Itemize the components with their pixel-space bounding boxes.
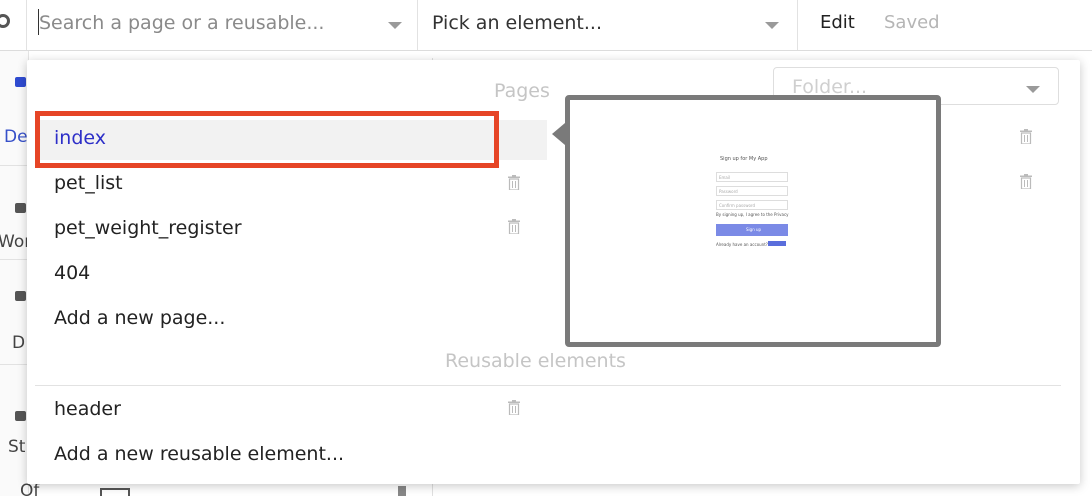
element-picker-dropdown[interactable]: Pick an element... [418,0,798,50]
scrollbar-thumb[interactable] [398,486,406,496]
top-toolbar: Search a page or a reusable... Pick an e… [0,0,1092,51]
chevron-down-icon[interactable] [1026,86,1040,93]
data-icon [15,291,26,301]
preview-title: Sign up for My App [720,156,768,162]
trash-icon[interactable] [508,219,520,234]
sidebar-divider [0,165,28,166]
trash-icon[interactable] [508,400,520,415]
page-preview: Sign up for My App Email Password Confir… [565,95,941,347]
sidebar-item-styles[interactable]: St [8,437,25,457]
page-search-dropdown[interactable]: Search a page or a reusable... [26,0,418,50]
add-reusable-link[interactable]: Add a new reusable element... [54,443,344,465]
sidebar-item-other[interactable]: Of [20,481,39,501]
saved-status: Saved [884,12,940,33]
sidebar-item-design[interactable]: De [4,127,28,147]
left-sidebar: De Wor D St Of [0,51,39,501]
page-item-pet-list[interactable]: pet_list [54,172,123,194]
preview-email-field: Email [716,172,788,182]
design-icon [15,77,26,87]
preview-signup-button: Sign up [716,224,788,236]
trash-icon[interactable] [1020,129,1032,144]
trash-icon[interactable] [508,175,520,190]
preview-footer: Already have an account? [716,242,768,247]
chevron-down-icon[interactable] [765,22,779,29]
page-item-404[interactable]: 404 [54,262,90,284]
element-picker-label: Pick an element... [432,12,602,34]
sidebar-divider [0,364,28,365]
section-divider [35,385,1061,386]
preview-login-button [768,241,786,246]
add-page-link[interactable]: Add a new page... [54,307,225,329]
selection-outline [35,111,499,168]
sidebar-divider [0,259,28,260]
reusable-item-header[interactable]: header [54,398,121,420]
sidebar-item-data[interactable]: D [12,333,25,353]
page-search-input[interactable]: Search a page or a reusable... [39,12,324,34]
reusable-section-title: Reusable elements [445,350,626,372]
styles-icon [15,411,26,421]
preview-confirm-field: Confirm password [716,200,788,210]
preview-terms: By signing up, I agree to the Privacy [716,212,789,217]
preview-pointer [552,123,565,145]
chevron-down-icon[interactable] [388,22,402,29]
pages-section-title: Pages [494,80,550,102]
loading-circle-icon [0,14,10,28]
page-item-pet-weight-register[interactable]: pet_weight_register [54,217,242,239]
edit-menu[interactable]: Edit [820,12,855,33]
trash-icon[interactable] [1020,174,1032,189]
page-selector-dropdown: Pages Folder... index pet_list pet_weigh… [27,60,1080,484]
preview-password-field: Password [716,186,788,196]
workflow-icon [15,203,26,213]
panel-icon [100,488,130,496]
